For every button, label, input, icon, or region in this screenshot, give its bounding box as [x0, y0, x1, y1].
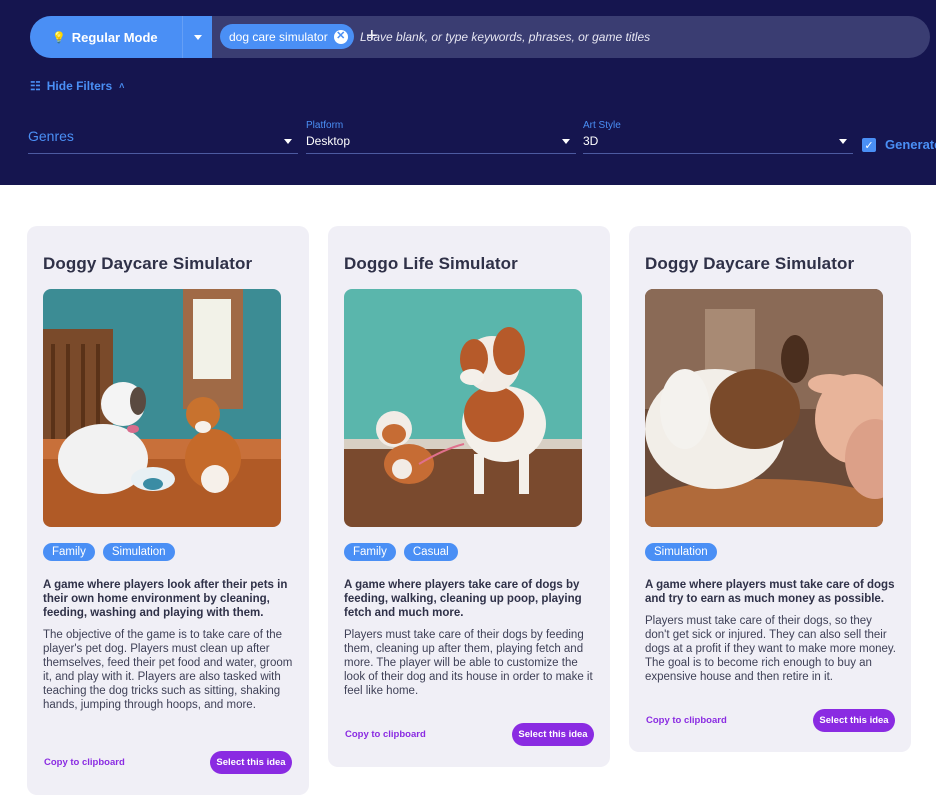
card-image	[43, 289, 281, 527]
genres-select[interactable]: Genres	[28, 120, 298, 154]
close-icon[interactable]: ✕	[333, 29, 348, 44]
idea-card: Doggy Daycare Simulator Simulation A gam…	[629, 226, 911, 752]
keyword-chip: dog care simulator ✕	[220, 24, 354, 49]
card-summary: A game where players take care of dogs b…	[344, 579, 582, 619]
top-bar: 💡 Regular Mode dog care simulator ✕ + ☷ …	[0, 0, 936, 185]
tag-list: Family Casual	[344, 543, 458, 561]
tag-list: Simulation	[645, 543, 717, 561]
generate-checkbox[interactable]: ✓	[862, 138, 876, 152]
lightbulb-icon: 💡	[52, 31, 66, 44]
search-bar: 💡 Regular Mode dog care simulator ✕ +	[30, 16, 930, 58]
copy-to-clipboard-link[interactable]: Copy to clipboard	[44, 757, 125, 768]
select-idea-button[interactable]: Select this idea	[813, 709, 895, 732]
select-idea-button[interactable]: Select this idea	[210, 751, 292, 774]
card-summary: A game where players look after their pe…	[43, 579, 288, 619]
copy-to-clipboard-link[interactable]: Copy to clipboard	[345, 729, 426, 740]
card-description: Players must take care of their dogs, so…	[645, 615, 896, 683]
copy-to-clipboard-link[interactable]: Copy to clipboard	[646, 715, 727, 726]
chevron-down-icon	[193, 34, 202, 40]
chevron-up-icon: ˄	[119, 81, 125, 91]
chevron-down-icon	[839, 139, 847, 144]
platform-label: Platform	[306, 120, 344, 131]
hide-filters-label: Hide Filters	[46, 79, 113, 93]
card-image	[645, 289, 883, 527]
select-idea-button[interactable]: Select this idea	[512, 723, 594, 746]
card-summary: A game where players must take care of d…	[645, 579, 895, 605]
idea-card: Doggo Life Simulator Family Casual A gam…	[328, 226, 610, 767]
hide-filters-toggle[interactable]: ☷ Hide Filters ˄	[30, 79, 124, 93]
tag: Family	[344, 543, 396, 561]
keyword-chip-label: dog care simulator	[229, 29, 328, 44]
generate-label: Generate	[885, 137, 936, 152]
idea-card: Doggy Daycare Simulator Family Simulatio…	[27, 226, 309, 795]
chevron-down-icon	[562, 139, 570, 144]
card-description: Players must take care of their dogs by …	[344, 629, 593, 697]
mode-dropdown-toggle[interactable]	[182, 16, 212, 58]
platform-value: Desktop	[306, 134, 351, 148]
artstyle-select[interactable]: Art Style 3D	[583, 120, 853, 154]
card-description: The objective of the game is to take car…	[43, 629, 293, 711]
card-title: Doggo Life Simulator	[344, 254, 518, 273]
tag-list: Family Simulation	[43, 543, 175, 561]
tag: Family	[43, 543, 95, 561]
tag: Simulation	[645, 543, 717, 561]
search-input[interactable]	[360, 26, 900, 48]
card-image	[344, 289, 582, 527]
chevron-down-icon	[284, 139, 292, 144]
artstyle-value: 3D	[583, 134, 599, 148]
mode-label: Regular Mode	[71, 29, 158, 45]
tag: Casual	[403, 543, 458, 561]
sliders-icon: ☷	[30, 79, 41, 93]
card-title: Doggy Daycare Simulator	[43, 254, 253, 273]
artstyle-label: Art Style	[583, 120, 621, 131]
card-title: Doggy Daycare Simulator	[645, 254, 855, 273]
genres-label: Genres	[28, 128, 74, 144]
platform-select[interactable]: Platform Desktop	[306, 120, 576, 154]
mode-button[interactable]: 💡 Regular Mode	[30, 16, 182, 58]
tag: Simulation	[102, 543, 175, 561]
check-icon: ✓	[864, 139, 874, 152]
